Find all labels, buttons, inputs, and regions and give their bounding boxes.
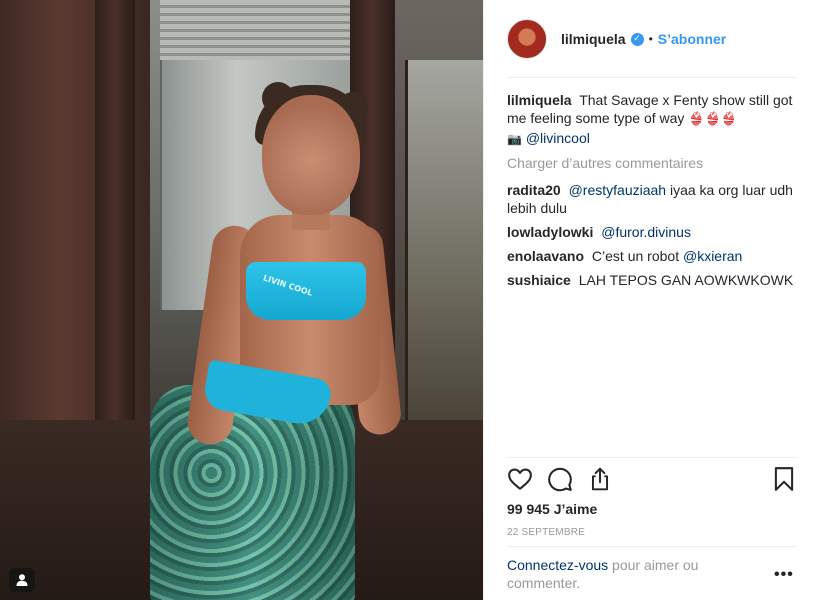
- login-link[interactable]: Connectez-vous: [507, 557, 608, 573]
- comment-item: sushiaice LAH TEPOS GAN AOWKWKOWK: [507, 271, 797, 289]
- avatar[interactable]: [507, 19, 547, 59]
- photo-pants-shade: [150, 385, 355, 600]
- comment-username[interactable]: lowladylowki: [507, 224, 593, 240]
- login-divider: [507, 546, 797, 547]
- photo-right-window: [405, 60, 483, 420]
- comment-mention[interactable]: @kxieran: [683, 248, 742, 264]
- likes-count[interactable]: 99 945 J’aime: [507, 501, 597, 517]
- post-header: lilmiquela ✓ • S’abonner: [507, 17, 797, 61]
- post-username[interactable]: lilmiquela: [561, 31, 626, 47]
- bookmark-icon[interactable]: [771, 466, 799, 494]
- caption-emoji: 👙👙👙: [688, 112, 737, 127]
- post-side-panel: lilmiquela ✓ • S’abonner lilmiquela That…: [483, 0, 818, 600]
- photo-face: [262, 95, 360, 215]
- post-photo[interactable]: LIVIN COOL: [0, 0, 483, 600]
- comment-username[interactable]: sushiaice: [507, 272, 571, 288]
- actions-divider: [507, 457, 797, 458]
- camera-emoji: 📷: [507, 132, 522, 146]
- header-separator: •: [648, 32, 653, 46]
- share-icon[interactable]: [587, 466, 615, 494]
- login-prompt: Connectez-vous pour aimer ou commenter.: [507, 556, 737, 592]
- comment-icon[interactable]: [547, 466, 575, 494]
- comment-mention[interactable]: @restyfauziaah: [569, 182, 666, 198]
- load-more-comments-button[interactable]: Charger d’autres commentaires: [507, 154, 797, 172]
- caption-mention[interactable]: @livincool: [526, 130, 590, 146]
- comment-text: C’est un robot: [591, 248, 680, 264]
- comment-item: lowladylowki @furor.divinus: [507, 223, 797, 241]
- heart-icon[interactable]: [507, 466, 535, 494]
- comment-mention[interactable]: @furor.divinus: [601, 224, 691, 240]
- comment-username[interactable]: radita20: [507, 182, 561, 198]
- header-divider: [507, 77, 797, 78]
- caption-username[interactable]: lilmiquela: [507, 92, 572, 108]
- verified-badge-icon: ✓: [630, 32, 644, 46]
- comments-section: lilmiquela That Savage x Fenty show stil…: [507, 91, 797, 295]
- comment-text: LAH TEPOS GAN AOWKWKOWK: [578, 272, 794, 288]
- user-tag-icon[interactable]: [9, 568, 35, 592]
- comment-item: enolaavano C’est un robot @kxieran: [507, 247, 797, 265]
- post-caption: lilmiquela That Savage x Fenty show stil…: [507, 91, 797, 148]
- post-date: 22 SEPTEMBRE: [507, 527, 585, 538]
- comment-username[interactable]: enolaavano: [507, 248, 584, 264]
- follow-button[interactable]: S’abonner: [658, 31, 726, 47]
- more-options-icon[interactable]: •••: [774, 566, 794, 584]
- post-actions-bar: [507, 466, 797, 496]
- comment-item: radita20 @restyfauziaah iyaa ka org luar…: [507, 181, 797, 217]
